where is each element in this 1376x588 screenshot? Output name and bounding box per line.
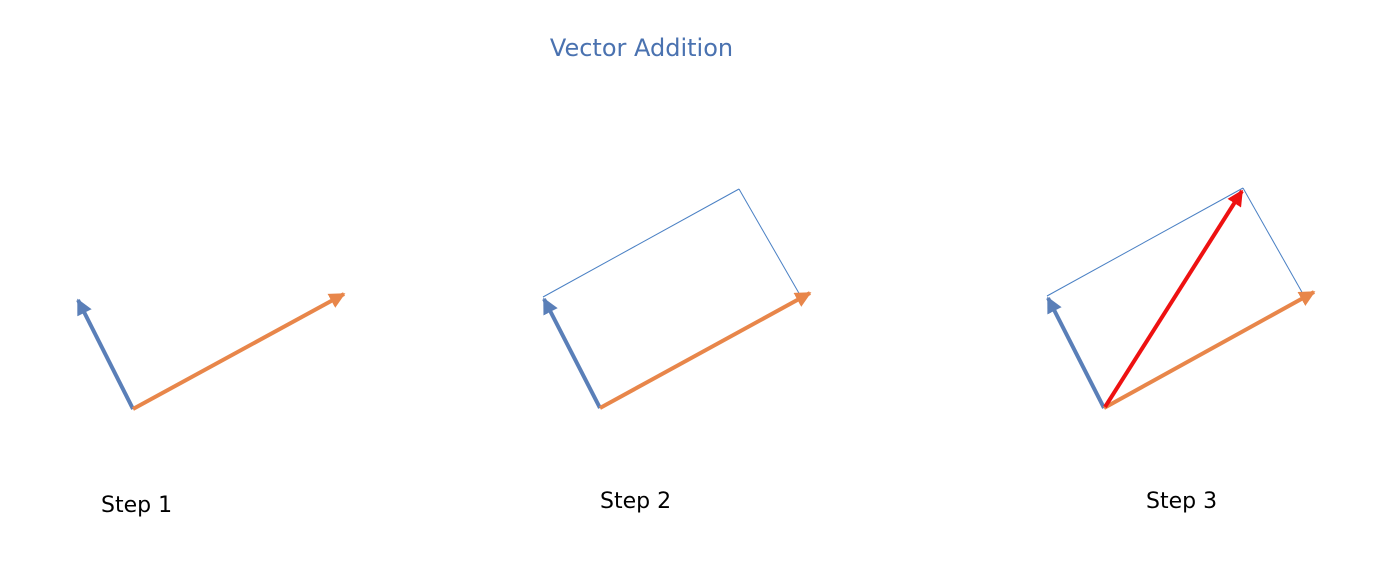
step-2-diagram — [542, 188, 812, 410]
vector-a-arrow — [76, 298, 135, 410]
parallelogram-right-edge — [1242, 187, 1304, 295]
parallelogram-right-edge — [738, 188, 801, 296]
vector-a-arrow — [1046, 296, 1106, 409]
parallelogram-top-edge — [542, 188, 740, 298]
vector-a-arrow — [542, 297, 602, 409]
step-2-label: Step 2 — [600, 489, 672, 514]
step-3-diagram — [1046, 187, 1316, 410]
vector-b-arrow — [132, 292, 346, 411]
step-1-diagram — [76, 292, 346, 411]
parallelogram-top-edge — [1046, 187, 1244, 297]
resultant-vector-arrow — [1103, 189, 1244, 409]
step-3-label: Step 3 — [1146, 489, 1218, 514]
step-1-label: Step 1 — [101, 493, 173, 518]
vector-b-arrow — [599, 291, 812, 410]
vector-b-arrow — [1103, 290, 1316, 410]
